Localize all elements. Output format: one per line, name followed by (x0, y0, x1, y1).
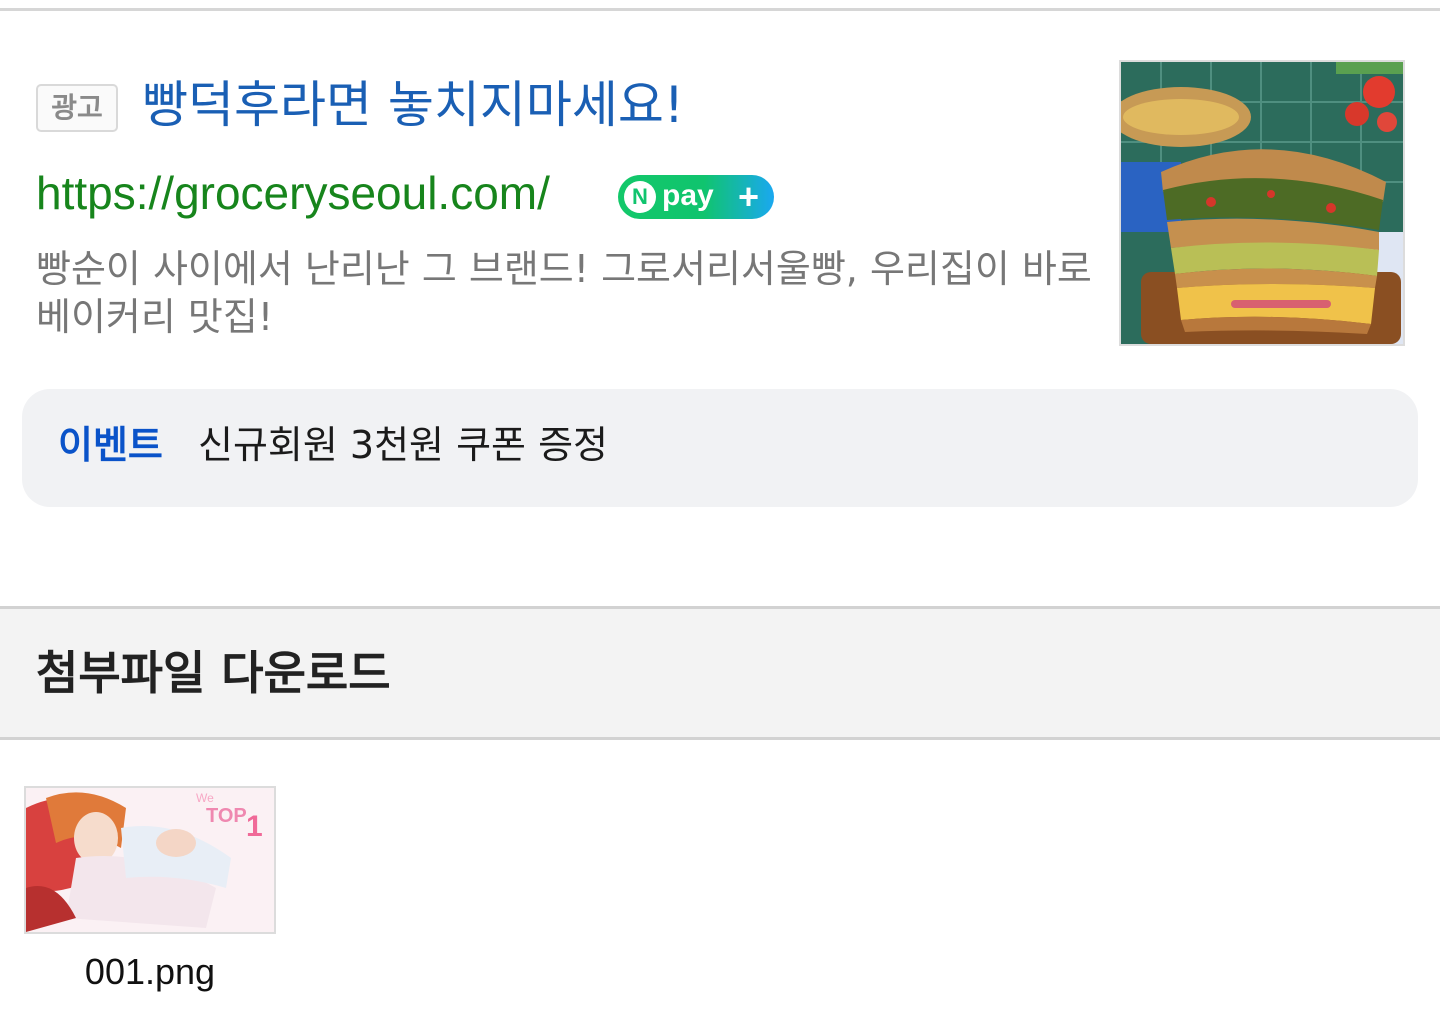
event-text: 신규회원 3천원 쿠폰 증정 (198, 423, 609, 467)
anime-illustration-thumbnail-icon: TOP 1 We (26, 788, 274, 932)
svg-text:1: 1 (246, 810, 263, 843)
ad-badge: 광고 (36, 84, 118, 132)
sponsored-ad[interactable]: 광고 빵덕후라면 놓치지마세요! https://groceryseoul.co… (0, 11, 1440, 601)
event-label: 이벤트 (58, 423, 163, 467)
attachment-file-name[interactable]: 001.png (24, 950, 276, 994)
event-banner[interactable]: 이벤트 신규회원 3천원 쿠폰 증정 (22, 389, 1418, 507)
attachment-thumbnail[interactable]: TOP 1 We (24, 786, 276, 934)
ad-description: 빵순이 사이에서 난리난 그 브랜드! 그로서리서울빵, 우리집이 바로 베이커… (36, 247, 1092, 339)
ad-thumbnail-image[interactable] (1119, 60, 1405, 346)
svg-text:TOP: TOP (206, 805, 247, 827)
npay-plus-badge: N pay + (618, 175, 774, 219)
npay-n-icon: N (624, 181, 656, 213)
npay-label: pay (662, 179, 714, 212)
plus-icon: + (738, 176, 760, 217)
svg-text:We: We (196, 791, 214, 805)
bread-sandwich-photo-icon (1121, 62, 1403, 344)
ad-url-link[interactable]: https://groceryseoul.com/ (36, 163, 550, 223)
attachments-header: 첨부파일 다운로드 (0, 606, 1440, 740)
ad-title-link[interactable]: 빵덕후라면 놓치지마세요! (142, 73, 684, 137)
attachment-file-item[interactable]: TOP 1 We 001.png (24, 786, 276, 1006)
attachments-title: 첨부파일 다운로드 (36, 646, 391, 700)
page: 광고 빵덕후라면 놓치지마세요! https://groceryseoul.co… (0, 0, 1440, 1030)
